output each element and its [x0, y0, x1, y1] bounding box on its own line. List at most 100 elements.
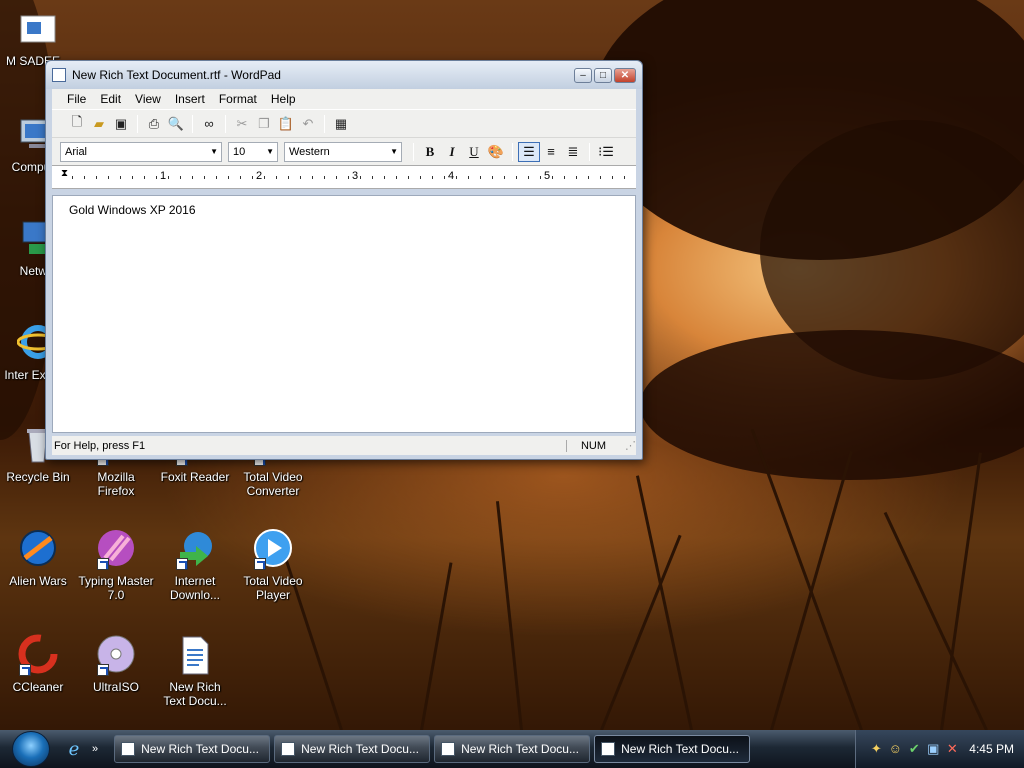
document-icon — [441, 742, 456, 756]
ccleaner-icon — [17, 634, 59, 676]
ruler-tick — [324, 176, 325, 179]
toolbar-separator — [137, 114, 138, 133]
ruler-tick — [228, 176, 229, 179]
indent-marker-icon[interactable]: ⧗ — [61, 168, 68, 179]
underline-button[interactable]: U — [463, 142, 485, 162]
align-right-icon[interactable]: ≣ — [562, 142, 584, 162]
format-toolbar: Arial ▼ 10 ▼ Western ▼ B I U 🎨 ☰ ≡ ≣ ⁝☰ — [52, 137, 636, 165]
window-title: New Rich Text Document.rtf - WordPad — [72, 68, 281, 82]
script-select[interactable]: Western ▼ — [284, 141, 402, 162]
font-size-select[interactable]: 10 ▼ — [228, 141, 278, 162]
italic-button[interactable]: I — [441, 142, 463, 162]
dropdown-arrow-icon: ▼ — [210, 147, 218, 156]
download-manager-icon — [174, 528, 216, 570]
network-status-icon[interactable]: ▣ — [925, 741, 941, 757]
menu-edit[interactable]: Edit — [93, 92, 128, 106]
ruler-tick — [72, 176, 73, 179]
paste-icon[interactable]: 📋 — [275, 114, 297, 134]
taskbar-button[interactable]: New Rich Text Docu... — [434, 735, 591, 763]
toolbar-separator — [589, 142, 590, 161]
taskbar-button-active[interactable]: New Rich Text Docu... — [594, 735, 751, 763]
wordpad-window[interactable]: New Rich Text Document.rtf - WordPad – □… — [45, 60, 643, 460]
document-area[interactable]: Gold Windows XP 2016 — [52, 195, 636, 433]
ruler-tick — [408, 176, 409, 179]
ruler-tick — [372, 176, 373, 179]
clock[interactable]: 4:45 PM — [969, 742, 1014, 756]
ruler-tick — [600, 176, 601, 179]
desktop-icon-label: Total Video Converter — [243, 470, 303, 498]
binoculars-icon[interactable]: ∞ — [198, 114, 220, 134]
bullets-icon[interactable]: ⁝☰ — [595, 142, 617, 162]
desktop-icon-total-video-player[interactable]: Total Video Player — [235, 528, 311, 602]
smiley-icon[interactable]: ☺ — [887, 741, 903, 757]
taskbar-button[interactable]: New Rich Text Docu... — [274, 735, 431, 763]
menu-format[interactable]: Format — [212, 92, 264, 106]
shortcut-arrow-icon — [97, 558, 109, 570]
ruler-tick — [576, 176, 577, 179]
ruler-mark: 1 — [160, 170, 167, 182]
taskbar-button-label: New Rich Text Docu... — [461, 742, 579, 756]
close-button[interactable]: ✕ — [614, 67, 636, 83]
document-text[interactable]: Gold Windows XP 2016 — [69, 203, 196, 217]
copy-icon[interactable]: ❐ — [253, 114, 275, 134]
ruler-mark: 3 — [352, 170, 359, 182]
desktop-icon-label: Internet Downlo... — [169, 574, 221, 602]
taskbar-button[interactable]: New Rich Text Docu... — [114, 735, 271, 763]
printer-icon[interactable]: ⎙ — [143, 114, 165, 134]
rtf-document-icon — [174, 634, 216, 676]
open-folder-icon[interactable]: ▰ — [88, 114, 110, 134]
disc-icon — [95, 634, 137, 676]
desktop-icon-internet-download-manager[interactable]: Internet Downlo... — [157, 528, 233, 602]
ruler-tick — [300, 176, 301, 179]
safely-remove-icon[interactable]: ✔ — [906, 741, 922, 757]
ruler-tick — [96, 176, 97, 179]
ruler[interactable]: ⧗ 1 2 3 4 5 — [52, 165, 636, 189]
desktop-icon-alien-wars[interactable]: Alien Wars — [0, 528, 76, 588]
wordpad-app-icon[interactable] — [52, 68, 66, 82]
ruler-tick — [396, 176, 397, 179]
desktop-icon-user-folder[interactable]: M SADEE... — [0, 8, 76, 68]
toolbar-separator — [225, 114, 226, 133]
date-time-icon[interactable]: ▦ — [330, 114, 352, 134]
ruler-mark: 4 — [448, 170, 455, 182]
resize-grip-icon[interactable]: ⋰ — [620, 439, 636, 452]
align-center-icon[interactable]: ≡ — [540, 142, 562, 162]
ruler-tick — [456, 176, 457, 179]
ruler-tick — [540, 176, 541, 179]
internet-explorer-icon[interactable]: ℯ — [64, 739, 84, 759]
font-name-select[interactable]: Arial ▼ — [60, 141, 222, 162]
save-disk-icon[interactable]: ▣ — [110, 114, 132, 134]
print-preview-icon[interactable]: 🔍 — [165, 114, 187, 134]
desktop-icon-ultraiso[interactable]: UltraISO — [78, 634, 154, 694]
title-bar[interactable]: New Rich Text Document.rtf - WordPad – □… — [46, 61, 642, 89]
align-left-icon[interactable]: ☰ — [518, 141, 540, 162]
ruler-tick — [528, 176, 529, 179]
desktop-icon-label: Total Video Player — [243, 574, 303, 602]
text-color-icon[interactable]: 🎨 — [485, 142, 507, 162]
bold-button[interactable]: B — [419, 142, 441, 162]
desktop-icon-typing-master[interactable]: Typing Master 7.0 — [78, 528, 154, 602]
ruler-tick — [492, 176, 493, 179]
ruler-tick — [348, 176, 349, 179]
ruler-tick — [552, 176, 553, 179]
desktop-icon-ccleaner[interactable]: CCleaner — [0, 634, 76, 694]
menu-insert[interactable]: Insert — [168, 92, 212, 106]
desktop-icon-new-rich-text-document[interactable]: New Rich Text Docu... — [157, 634, 233, 708]
minimize-button[interactable]: – — [574, 67, 592, 83]
menu-bar: File Edit View Insert Format Help — [52, 89, 636, 109]
menu-help[interactable]: Help — [264, 92, 303, 106]
maximize-button[interactable]: □ — [594, 67, 612, 83]
ruler-tick — [336, 176, 337, 179]
menu-file[interactable]: File — [60, 92, 93, 106]
ruler-tick — [204, 176, 205, 179]
quick-launch-expand[interactable]: » — [92, 743, 98, 755]
volume-muted-icon[interactable]: ✕ — [944, 741, 960, 757]
scissors-icon[interactable]: ✂ — [231, 114, 253, 134]
new-document-icon[interactable]: 🗋 — [66, 114, 88, 134]
ruler-tick — [144, 176, 145, 179]
start-button[interactable] — [12, 731, 50, 767]
ruler-tick — [564, 176, 565, 179]
undo-icon[interactable]: ↶ — [297, 114, 319, 134]
menu-view[interactable]: View — [128, 92, 168, 106]
wand-icon[interactable]: ✦ — [868, 741, 884, 757]
